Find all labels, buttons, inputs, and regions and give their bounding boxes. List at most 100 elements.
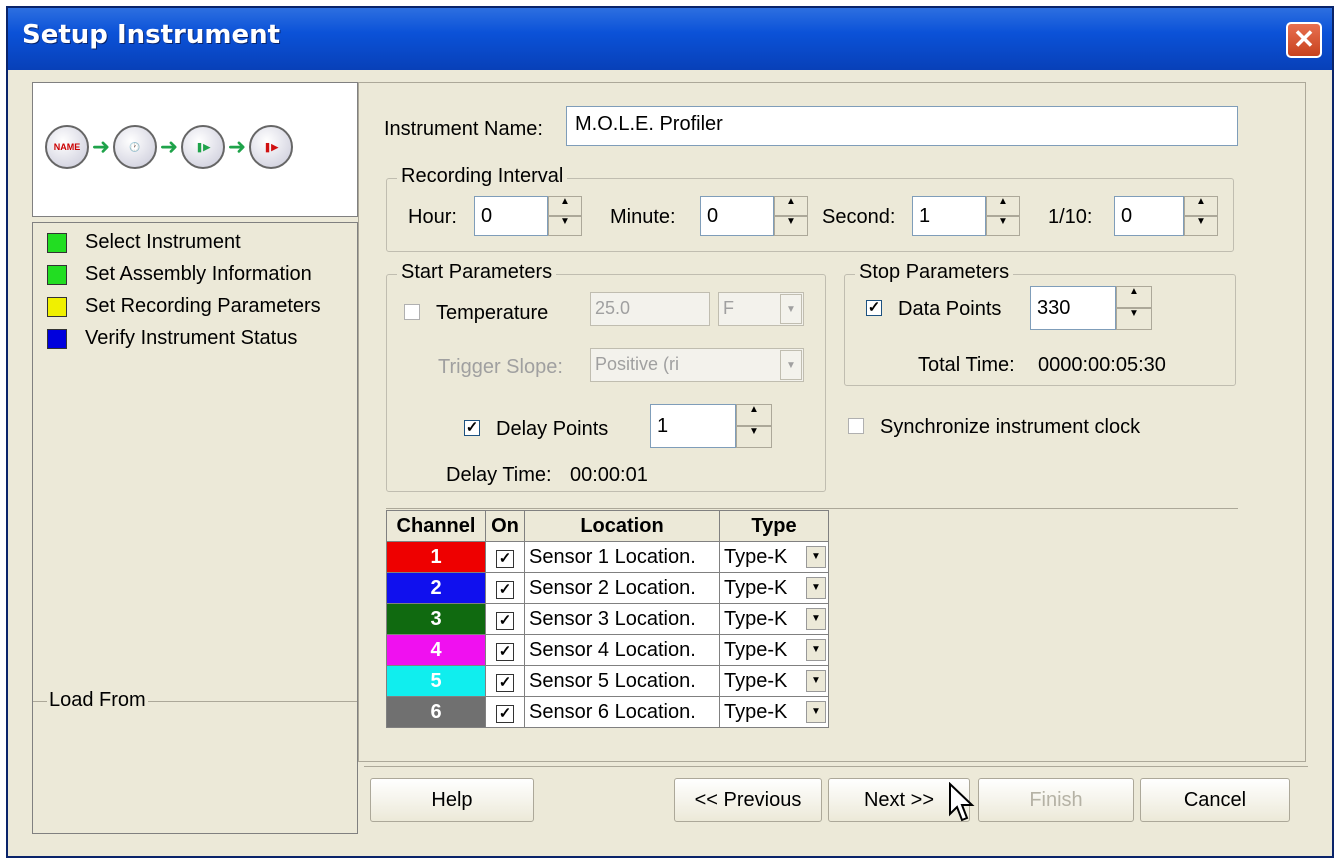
type-value: Type-K [724,638,788,661]
channel-cell[interactable]: 4 [386,634,486,666]
on-cell[interactable]: ✓ [485,665,525,697]
cancel-button[interactable]: Cancel [1140,778,1290,822]
location-value: Sensor 4 Location. [529,638,696,661]
on-cell[interactable]: ✓ [485,603,525,635]
location-cell[interactable]: Sensor 1 Location. [524,541,720,573]
instrument-name-input[interactable]: M.O.L.E. Profiler [566,106,1238,146]
arrow-right-icon: ➜ [91,134,111,159]
temperature-unit-select[interactable]: F ▼ [718,292,804,326]
second-label: Second: [822,206,896,228]
data-points-value[interactable]: 330 [1030,286,1116,330]
location-cell[interactable]: Sensor 6 Location. [524,696,720,728]
type-cell[interactable]: Type-K ▼ [719,634,829,666]
second-down-button[interactable]: ▼ [986,216,1020,236]
location-header[interactable]: Location [524,510,720,542]
type-cell[interactable]: Type-K ▼ [719,696,829,728]
location-value: Sensor 5 Location. [529,669,696,692]
minute-down-button[interactable]: ▼ [774,216,808,236]
type-cell[interactable]: Type-K ▼ [719,665,829,697]
tenth-spinner[interactable]: 0 ▲ ▼ [1114,196,1218,236]
chevron-down-icon[interactable]: ▼ [806,701,826,723]
on-checkbox[interactable]: ✓ [496,704,514,723]
on-checkbox[interactable]: ✓ [496,580,514,599]
delay-points-checkbox[interactable]: ✓ [464,420,480,436]
minute-spinner[interactable]: 0 ▲ ▼ [700,196,808,236]
second-value[interactable]: 1 [912,196,986,236]
chevron-down-icon[interactable]: ▼ [806,608,826,630]
delay-points-spinner[interactable]: 1 ▲ ▼ [650,404,772,448]
on-cell[interactable]: ✓ [485,541,525,573]
channel-cell[interactable]: 2 [386,572,486,604]
chevron-down-icon[interactable]: ▼ [806,577,826,599]
delay-time-value: 00:00:01 [570,464,648,486]
temperature-value: 25.0 [595,298,631,318]
on-header[interactable]: On [485,510,525,542]
sync-clock-checkbox[interactable] [848,418,864,434]
channel-header[interactable]: Channel [386,510,486,542]
previous-button[interactable]: << Previous [674,778,822,822]
hour-spinner[interactable]: 0 ▲ ▼ [474,196,582,236]
hour-up-button[interactable]: ▲ [548,196,582,216]
on-cell[interactable]: ✓ [485,696,525,728]
on-checkbox[interactable]: ✓ [496,549,514,568]
data-points-checkbox[interactable]: ✓ [866,300,882,316]
channel-cell[interactable]: 6 [386,696,486,728]
tenth-label: 1/10: [1048,206,1093,228]
close-button[interactable]: ✕ [1286,22,1322,58]
second-up-button[interactable]: ▲ [986,196,1020,216]
type-cell[interactable]: Type-K ▼ [719,572,829,604]
table-row: 1 ✓ Sensor 1 Location. Type-K ▼ [386,541,829,573]
tenth-value[interactable]: 0 [1114,196,1184,236]
type-value: Type-K [724,700,788,723]
table-row: 6 ✓ Sensor 6 Location. Type-K ▼ [386,696,829,728]
trigger-slope-select[interactable]: Positive (ri ▼ [590,348,804,382]
step-status-swatch [47,232,67,253]
hour-down-button[interactable]: ▼ [548,216,582,236]
location-cell[interactable]: Sensor 3 Location. [524,603,720,635]
step-item: Set Recording Parameters [47,295,321,318]
finish-button[interactable]: Finish [978,778,1134,822]
help-button[interactable]: Help [370,778,534,822]
minute-up-button[interactable]: ▲ [774,196,808,216]
temperature-value-field[interactable]: 25.0 [590,292,710,326]
on-cell[interactable]: ✓ [485,572,525,604]
on-cell[interactable]: ✓ [485,634,525,666]
delay-points-value[interactable]: 1 [650,404,736,448]
minute-value[interactable]: 0 [700,196,774,236]
title-bar[interactable]: Setup Instrument ✕ [8,8,1332,70]
hour-value[interactable]: 0 [474,196,548,236]
channel-number: 1 [430,545,442,568]
on-checkbox[interactable]: ✓ [496,642,514,661]
data-points-down-button[interactable]: ▼ [1116,308,1152,330]
location-value: Sensor 6 Location. [529,700,696,723]
type-cell[interactable]: Type-K ▼ [719,541,829,573]
location-cell[interactable]: Sensor 4 Location. [524,634,720,666]
wizard-flow-panel: NAME ➜ 🕐 ➜ ❚▶ ➜ ❚▶ [32,82,358,217]
location-cell[interactable]: Sensor 2 Location. [524,572,720,604]
channel-cell[interactable]: 3 [386,603,486,635]
on-checkbox[interactable]: ✓ [496,673,514,692]
channel-cell[interactable]: 1 [386,541,486,573]
arrow-right-icon: ➜ [227,134,247,159]
data-points-spinner[interactable]: 330 ▲ ▼ [1030,286,1152,330]
delay-time-label: Delay Time: [446,464,552,486]
chevron-down-icon[interactable]: ▼ [806,639,826,661]
tenth-down-button[interactable]: ▼ [1184,216,1218,236]
step-item: Select Instrument [47,231,241,254]
type-header[interactable]: Type [719,510,829,542]
second-spinner[interactable]: 1 ▲ ▼ [912,196,1020,236]
data-points-up-button[interactable]: ▲ [1116,286,1152,308]
chevron-down-icon: ▼ [780,350,802,380]
type-value: Type-K [724,669,788,692]
type-cell[interactable]: Type-K ▼ [719,603,829,635]
tenth-up-button[interactable]: ▲ [1184,196,1218,216]
delay-up-button[interactable]: ▲ [736,404,772,426]
location-cell[interactable]: Sensor 5 Location. [524,665,720,697]
on-checkbox[interactable]: ✓ [496,611,514,630]
temperature-checkbox[interactable] [404,304,420,320]
channel-cell[interactable]: 5 [386,665,486,697]
chevron-down-icon[interactable]: ▼ [806,670,826,692]
total-time-value: 0000:00:05:30 [1038,354,1166,376]
chevron-down-icon[interactable]: ▼ [806,546,826,568]
delay-down-button[interactable]: ▼ [736,426,772,448]
